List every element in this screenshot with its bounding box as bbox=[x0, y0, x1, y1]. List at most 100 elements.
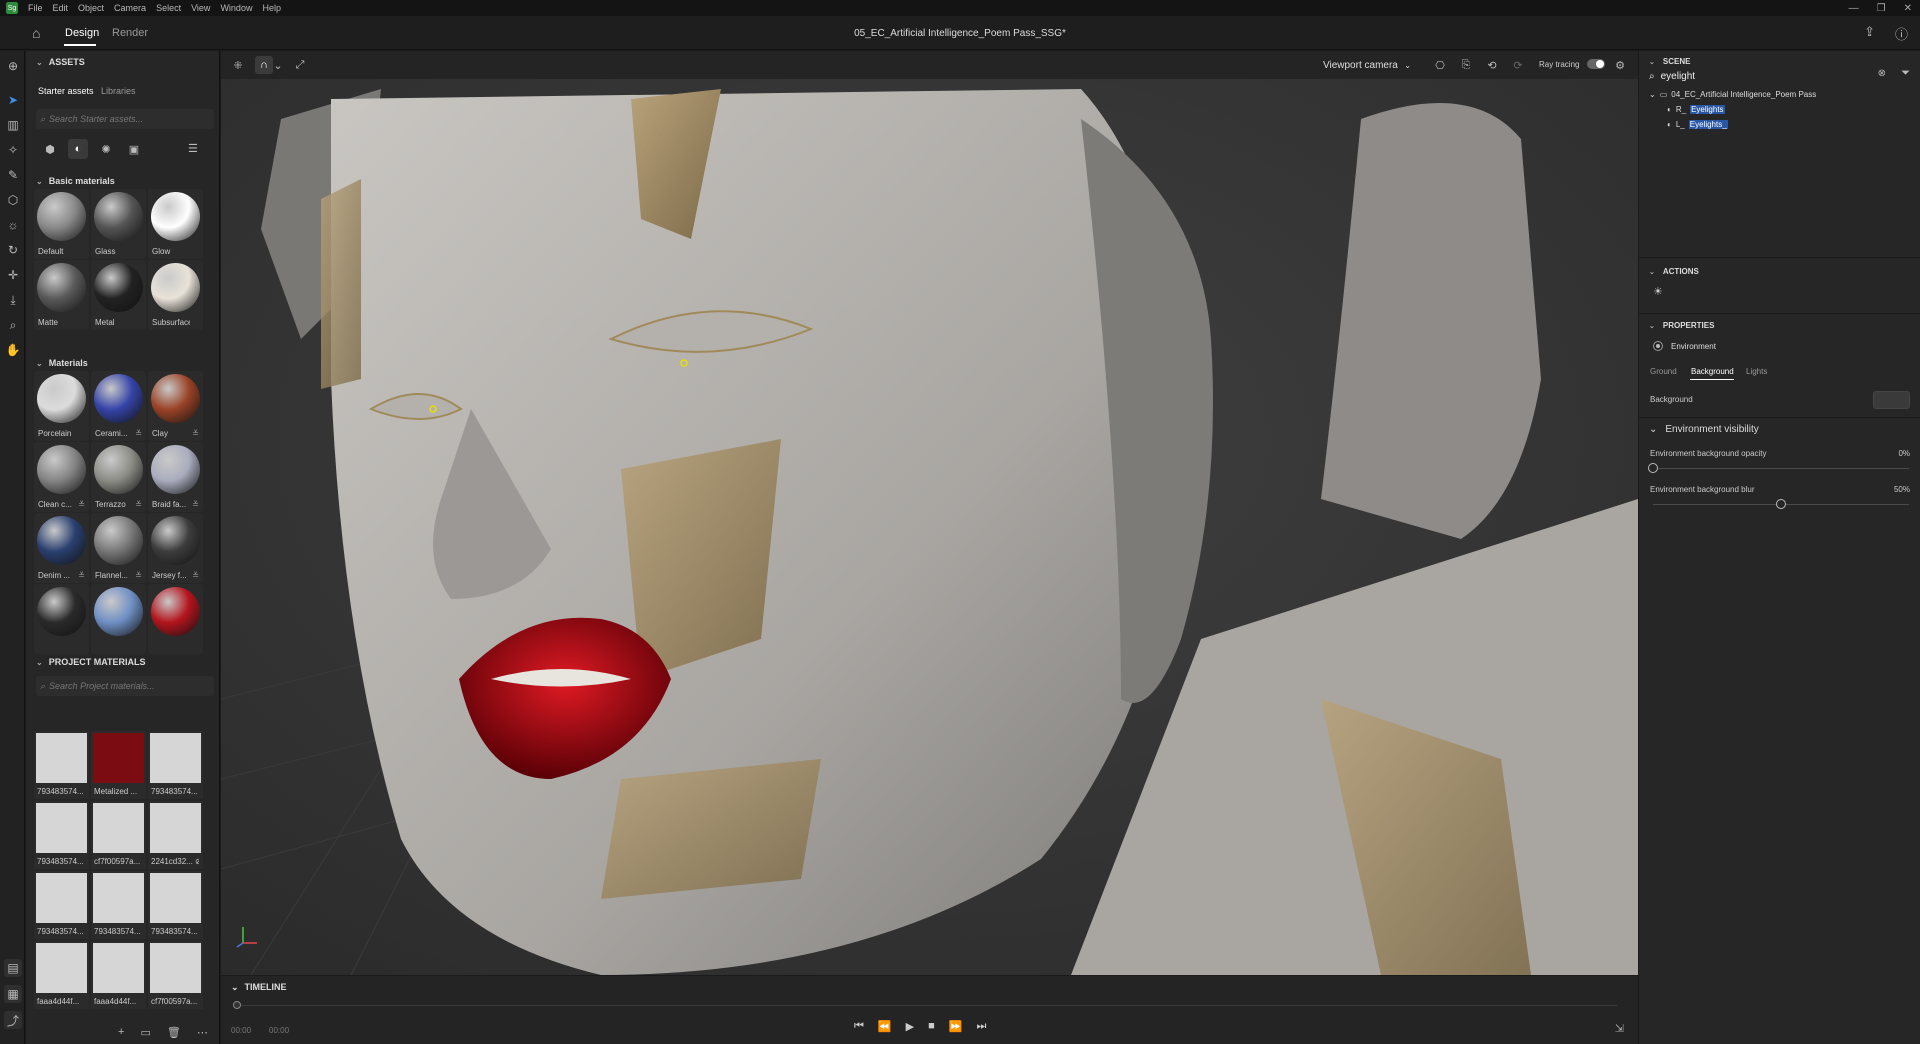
chevron-down-icon[interactable]: ⌄ bbox=[273, 56, 283, 74]
adjust-icon[interactable]: ≚ bbox=[192, 571, 199, 580]
material-tile[interactable]: Jersey f... ≚ bbox=[148, 513, 203, 583]
basic-materials-header[interactable]: ⌄ Basic materials bbox=[36, 176, 115, 186]
pan-hand-icon[interactable]: ✋ bbox=[4, 341, 22, 359]
adjust-icon[interactable]: ≚ bbox=[135, 571, 142, 580]
render-settings-icon[interactable]: ⚙ bbox=[1611, 56, 1629, 74]
tab-background[interactable]: Background bbox=[1691, 367, 1734, 376]
camera-select[interactable]: Viewport camera ⌄ bbox=[1315, 55, 1415, 75]
project-material-tile[interactable]: Metalized ... bbox=[91, 731, 146, 799]
filter-icon[interactable]: ⏷ bbox=[1901, 67, 1910, 80]
tab-libraries[interactable]: Libraries bbox=[101, 86, 136, 96]
add-icon[interactable]: ⊕ bbox=[4, 57, 22, 75]
adjust-icon[interactable]: ≚ bbox=[192, 500, 199, 509]
scene-tree-item[interactable]: ◐ R_ Eyelights bbox=[1667, 105, 1725, 114]
material-tile[interactable]: Matte bbox=[34, 260, 89, 330]
menu-camera[interactable]: Camera bbox=[114, 3, 146, 13]
adjust-icon[interactable]: ≚ bbox=[192, 429, 199, 438]
timeline-playhead[interactable] bbox=[233, 1001, 241, 1009]
tab-starter-assets[interactable]: Starter assets bbox=[38, 86, 94, 96]
menu-window[interactable]: Window bbox=[220, 3, 252, 13]
menu-edit[interactable]: Edit bbox=[53, 3, 69, 13]
share-icon[interactable]: ⇪ bbox=[1864, 24, 1875, 43]
blur-value[interactable]: 50% bbox=[1894, 485, 1910, 494]
minimize-button[interactable]: — bbox=[1849, 3, 1859, 14]
orbit-icon[interactable]: ↻ bbox=[4, 241, 22, 259]
tab-ground[interactable]: Ground bbox=[1650, 367, 1677, 376]
adjust-icon[interactable]: ≚ bbox=[78, 571, 85, 580]
project-material-tile[interactable]: 793483574... bbox=[34, 801, 89, 869]
eyedropper-icon[interactable]: ✎ bbox=[4, 166, 22, 184]
menu-help[interactable]: Help bbox=[262, 3, 281, 13]
magic-wand-icon[interactable]: ✧ bbox=[4, 141, 22, 159]
project-materials-search[interactable]: ⌕ Search Project materials... bbox=[36, 676, 214, 696]
close-window-button[interactable]: ✕ bbox=[1904, 3, 1912, 14]
project-material-tile[interactable]: 793483574... bbox=[34, 731, 89, 799]
material-tile[interactable]: Clean c... ≚ bbox=[34, 442, 89, 512]
menu-object[interactable]: Object bbox=[78, 3, 104, 13]
adjust-icon[interactable]: ≚ bbox=[135, 500, 142, 509]
step-back-icon[interactable]: ⏪ bbox=[878, 1020, 892, 1033]
material-tile[interactable]: Default bbox=[34, 189, 89, 259]
align-tool-icon[interactable]: ▥ bbox=[4, 116, 22, 134]
project-material-tile[interactable]: 793483574... bbox=[91, 871, 146, 939]
material-tile[interactable]: Glow bbox=[148, 189, 203, 259]
camera-orbit-icon[interactable]: ⟲ bbox=[1483, 56, 1501, 74]
material-tile[interactable]: Terrazzo ≚ bbox=[91, 442, 146, 512]
material-tile[interactable]: Clay ≚ bbox=[148, 371, 203, 441]
models-filter-icon[interactable]: ⬢ bbox=[40, 139, 60, 159]
step-forward-icon[interactable]: ⏩ bbox=[949, 1020, 963, 1033]
scene-tree-group[interactable]: ⌄ ▭ 04_EC_Artificial Intelligence_Poem Pas… bbox=[1649, 90, 1816, 99]
tab-lights[interactable]: Lights bbox=[1746, 367, 1767, 376]
material-tile[interactable]: Flannel... ≚ bbox=[91, 513, 146, 583]
material-tile[interactable]: Cerami... ≚ bbox=[91, 371, 146, 441]
magnet-icon[interactable]: ∩ bbox=[255, 56, 273, 74]
more-icon[interactable]: ⋯ bbox=[197, 1026, 208, 1039]
starter-assets-search[interactable]: ⌕ Search Starter assets... bbox=[36, 109, 214, 129]
materials-filter-icon[interactable]: ◐ bbox=[68, 139, 88, 159]
skip-end-icon[interactable]: ⏭ bbox=[976, 1020, 986, 1033]
drop-icon[interactable]: ⤓ bbox=[4, 291, 22, 309]
stop-icon[interactable]: ■ bbox=[928, 1020, 935, 1033]
list-view-icon[interactable]: ☰ bbox=[188, 142, 198, 155]
material-tile[interactable] bbox=[91, 584, 146, 654]
library-icon[interactable]: ▦ bbox=[4, 985, 22, 1003]
scene-search-input[interactable]: ⌕ eyelight bbox=[1649, 67, 1909, 85]
scene-tree-item[interactable]: ◐ L_ Eyelights_ bbox=[1667, 120, 1728, 129]
move-icon[interactable]: ✛ bbox=[4, 266, 22, 284]
play-icon[interactable]: ▶ bbox=[906, 1020, 914, 1033]
materials-header[interactable]: ⌄ Materials bbox=[36, 358, 88, 368]
project-material-tile[interactable]: cf7f00597a... bbox=[148, 941, 203, 1009]
trash-icon[interactable]: 🗑 bbox=[167, 1026, 181, 1039]
background-color-swatch[interactable] bbox=[1873, 391, 1910, 409]
environment-visibility-header[interactable]: ⌄ Environment visibility bbox=[1649, 424, 1759, 435]
actions-header[interactable]: ⌄ ACTIONS bbox=[1649, 267, 1699, 276]
adjust-icon[interactable]: ≚ bbox=[135, 429, 142, 438]
menu-view[interactable]: View bbox=[191, 3, 210, 13]
material-tile[interactable]: Metal bbox=[91, 260, 146, 330]
opacity-slider-thumb[interactable] bbox=[1648, 463, 1658, 473]
resize-icon[interactable]: ⤢ bbox=[291, 56, 309, 74]
graph-icon[interactable]: ⤴ bbox=[4, 1011, 22, 1029]
project-material-tile[interactable]: 793483574... bbox=[34, 871, 89, 939]
light-icon[interactable]: ☼ bbox=[4, 216, 22, 234]
action-light-icon[interactable]: ☀ bbox=[1653, 285, 1669, 301]
project-material-tile[interactable]: 793483574... bbox=[148, 731, 203, 799]
environment-item[interactable]: Environment bbox=[1653, 341, 1716, 351]
project-material-tile[interactable]: 793483574... bbox=[148, 871, 203, 939]
zoom-icon[interactable]: ⌕ bbox=[4, 316, 22, 334]
add-icon[interactable]: + bbox=[118, 1026, 124, 1039]
properties-header[interactable]: ⌄ PROPERTIES bbox=[1649, 321, 1714, 330]
material-tile[interactable]: Denim ... ≚ bbox=[34, 513, 89, 583]
export-icon[interactable]: ⇲ bbox=[1615, 1022, 1624, 1035]
opacity-slider[interactable] bbox=[1653, 468, 1909, 469]
project-material-tile[interactable]: cf7f00597a... bbox=[91, 801, 146, 869]
opacity-value[interactable]: 0% bbox=[1898, 449, 1910, 458]
skip-start-icon[interactable]: ⏮ bbox=[854, 1020, 864, 1033]
select-tool-icon[interactable]: ➤ bbox=[4, 91, 22, 109]
transform-icon[interactable]: ⁜ bbox=[229, 56, 247, 74]
blur-slider-thumb[interactable] bbox=[1776, 499, 1786, 509]
help-icon[interactable]: ⓘ bbox=[1895, 24, 1908, 43]
project-material-tile[interactable]: faaa4d44f... bbox=[34, 941, 89, 1009]
viewport[interactable]: ⁜ ∩ ⌄ ⤢ Viewport camera ⌄ ⎔ ⎘ ⟲ ⟳ Ray tra… bbox=[221, 51, 1638, 975]
timeline-header[interactable]: ⌄ TIMELINE bbox=[231, 982, 287, 993]
